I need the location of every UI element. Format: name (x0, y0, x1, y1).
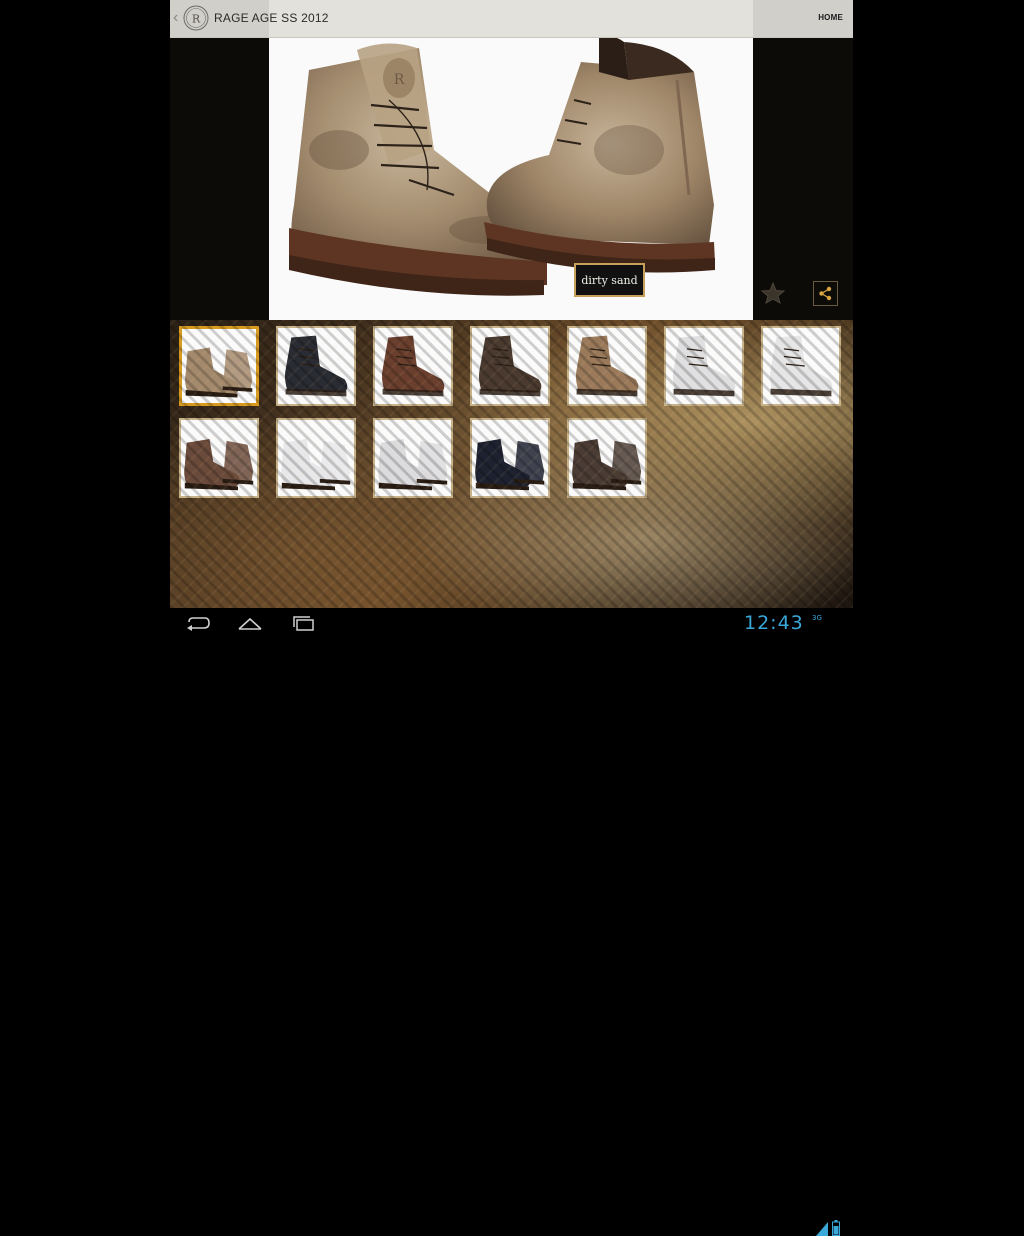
thumbnail-brown-leather-boot-pair[interactable] (179, 418, 259, 498)
signal-icon (816, 1222, 828, 1236)
thumbnail-brown-zip-boot[interactable] (373, 326, 453, 406)
recent-apps-icon[interactable] (289, 614, 319, 634)
color-name-label: dirty sand (574, 263, 645, 297)
thumbnail-white-zip-high-top[interactable] (761, 326, 841, 406)
rage-age-logo-icon[interactable]: R (183, 5, 209, 31)
lookbook-app: ‹ R RAGE AGE SS 2012 HOME R dirty sand (170, 0, 853, 608)
thumbnail-white-sneaker-pair[interactable] (276, 418, 356, 498)
home-icon[interactable] (235, 614, 265, 634)
share-button[interactable] (813, 281, 838, 306)
thumbnail-tan-suede-lace-boot[interactable] (567, 326, 647, 406)
network-type: 3G (812, 614, 822, 622)
thumbnail-white-high-top-pair[interactable] (373, 418, 453, 498)
system-navigation-bar (0, 608, 1024, 1236)
thumbnail-black-leather-zip-sneaker[interactable] (276, 326, 356, 406)
thumbnail-dark-brown-lace-boot[interactable] (470, 326, 550, 406)
top-bar: ‹ R RAGE AGE SS 2012 HOME (170, 0, 853, 38)
thumbnail-tan-suede-boot-pair[interactable] (179, 326, 259, 406)
page-title: RAGE AGE SS 2012 (214, 11, 329, 25)
logo-letter: R (192, 13, 201, 26)
back-icon[interactable] (183, 614, 213, 634)
status-clock: 12:43 (744, 612, 804, 634)
svg-text:R: R (394, 72, 405, 88)
favorite-star-icon[interactable] (760, 282, 786, 304)
product-hero-image: R dirty sand (269, 0, 753, 320)
thumbnail-navy-sneaker-pair[interactable] (470, 418, 550, 498)
thumbnail-gallery (170, 320, 853, 608)
boot-pair-illustration: R (289, 36, 715, 296)
thumbnail-dark-brown-boot-pair[interactable] (567, 418, 647, 498)
left-boot: R (289, 43, 548, 296)
thumbnail-white-high-top-sneaker[interactable] (664, 326, 744, 406)
back-chevron-icon[interactable]: ‹ (173, 8, 178, 28)
battery-icon (832, 1220, 840, 1236)
right-boot (484, 36, 715, 273)
share-icon (819, 286, 832, 301)
home-link[interactable]: HOME (818, 13, 843, 22)
